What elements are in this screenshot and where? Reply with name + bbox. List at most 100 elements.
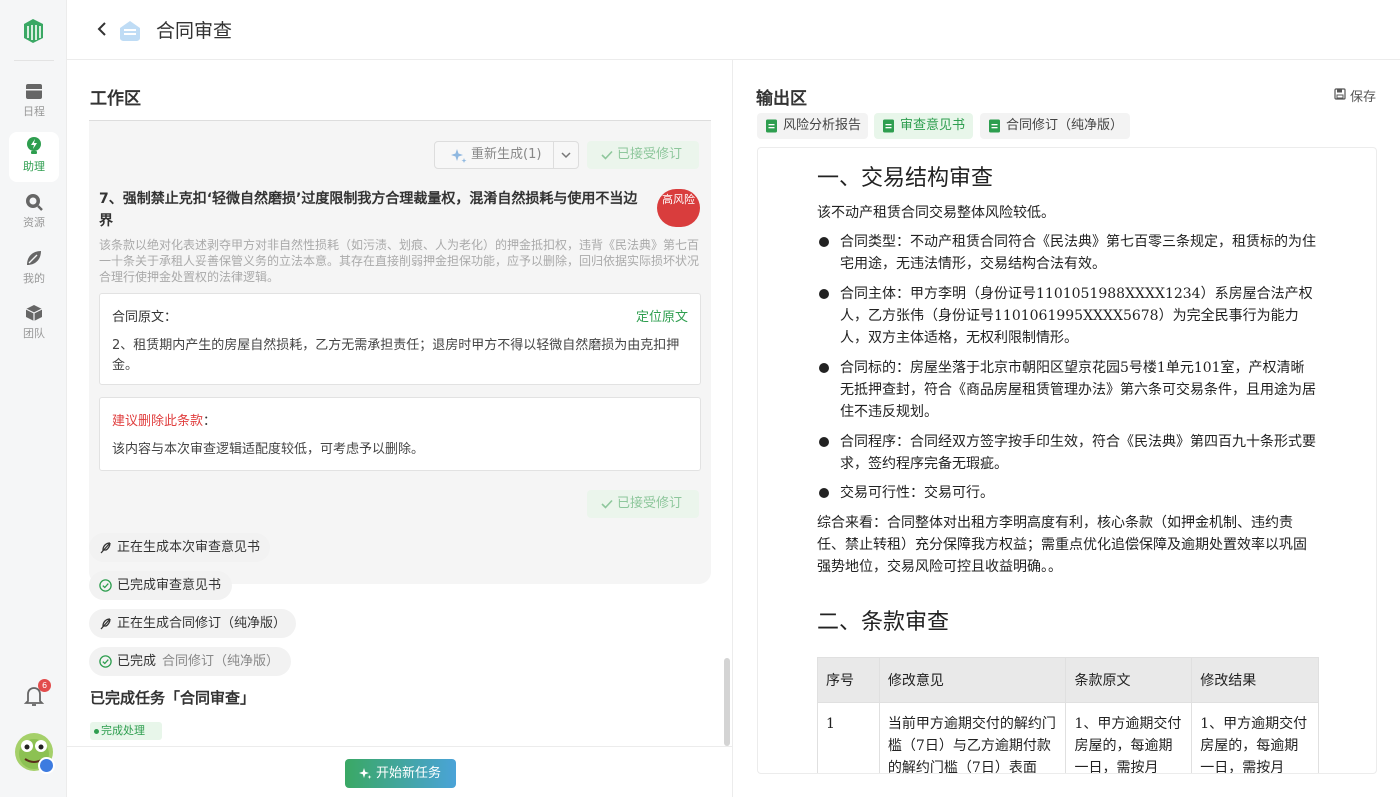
workspace-panel: 工作区 重新生成(1) 已接受修订 7、强制禁止克扣‘轻微自然磨损’过度限制我方… — [67, 60, 733, 797]
tab-risk-report[interactable]: 风险分析报告 — [757, 113, 868, 139]
suggestion-box: 建议删除此条款： 该内容与本次审查逻辑适配度较低，可考虑予以删除。 — [99, 397, 701, 471]
page-title: 合同审查 — [156, 20, 233, 42]
nav-label: 我的 — [23, 272, 45, 285]
bullet-feasibility: 交易可行性：交易可行。 — [840, 485, 994, 501]
table-cell: 1 — [817, 702, 880, 773]
nav-label: 日程 — [23, 105, 45, 118]
step-label: 正在生成合同修订（纯净版） — [117, 616, 287, 631]
output-title: 输出区 — [756, 89, 807, 109]
contract-review-icon — [120, 21, 140, 41]
nav-item-schedule[interactable]: 日程 — [9, 77, 59, 127]
table-header: 条款原文 — [1065, 657, 1193, 703]
table-row: 1 当前甲方逾期交付的解约门槛（7日）与乙方逾期付款的解约门槛（7日）表面 1、… — [817, 702, 1319, 773]
nav-item-mine[interactable]: 我的 — [9, 244, 59, 294]
output-panel: 输出区 保存 风险分析报告 审查意见书 合同修订（纯净版） 一、交易结构审查 该… — [734, 60, 1400, 797]
table-cell: 1、甲方逾期交付房屋的，每逾期一日，需按月 — [1191, 702, 1319, 773]
status-badge: 完成处理 — [90, 722, 162, 740]
accepted-revision-button-bottom[interactable]: 已接受修订 — [587, 490, 699, 518]
bullet-contract-parties: 合同主体：甲方李明（身份证号1101051988XXXX1234）系房屋合法产权… — [840, 286, 1313, 346]
tab-label: 风险分析报告 — [783, 118, 862, 133]
leaf-icon — [27, 251, 41, 265]
nav-item-resources[interactable]: 资源 — [9, 188, 59, 238]
sparkle-icon — [359, 768, 372, 779]
step-generating-opinion: 正在生成本次审查意见书 — [89, 533, 270, 562]
regenerate-dropdown[interactable] — [553, 141, 579, 169]
risk-item-title: 7、强制禁止克扣‘轻微自然磨损’过度限制我方合理裁量权，混淆自然损耗与使用不当边… — [99, 191, 638, 229]
status-label: 完成处理 — [101, 724, 145, 737]
calendar-icon — [26, 84, 42, 99]
lightning-badge-icon — [38, 757, 55, 774]
document-intro: 该不动产租赁合同交易整体风险较低。 — [817, 205, 1055, 221]
section-heading-structure: 一、交易结构审查 — [817, 166, 994, 191]
chevron-down-icon — [561, 152, 571, 159]
step-label: 已完成审查意见书 — [117, 578, 222, 593]
nav-item-assistant[interactable]: 助理 — [9, 132, 59, 182]
bullet-marker — [819, 289, 829, 299]
bullet-marker — [819, 237, 829, 247]
suggestion-text: 该内容与本次审查逻辑适配度较低，可考虑予以删除。 — [112, 442, 425, 457]
document-icon — [989, 119, 1000, 133]
notification-badge: 6 — [38, 679, 51, 692]
step-label: 正在生成本次审查意见书 — [117, 540, 261, 555]
table-header: 序号 — [817, 657, 880, 703]
document-icon — [883, 119, 894, 133]
step-label: 已完成 — [117, 654, 157, 669]
tab-review-opinion[interactable]: 审查意见书 — [874, 113, 973, 139]
accepted-revision-button[interactable]: 已接受修订 — [587, 141, 699, 169]
document-icon — [766, 119, 777, 133]
left-nav: 日程 助理 资源 我的 团队 6 — [0, 0, 67, 797]
risk-level-badge: 高风险 — [657, 189, 700, 227]
tab-contract-revision[interactable]: 合同修订（纯净版） — [980, 113, 1130, 139]
locate-original-link[interactable]: 定位原文 — [636, 306, 688, 325]
section-heading-clauses: 二、条款审查 — [817, 610, 950, 635]
workspace-title: 工作区 — [90, 89, 141, 109]
original-clause-label: 合同原文： — [112, 310, 178, 325]
bulb-icon — [27, 137, 41, 154]
nav-item-team[interactable]: 团队 — [9, 299, 59, 349]
table-cell: 1、甲方逾期交付房屋的，每逾期一日，需按月 — [1065, 702, 1193, 773]
workspace-scrollbar[interactable] — [724, 658, 730, 746]
back-arrow-icon[interactable] — [93, 20, 111, 38]
review-document: 一、交易结构审查 该不动产租赁合同交易整体风险较低。 合同类型：不动产租赁合同符… — [757, 147, 1377, 774]
table-header: 修改结果 — [1191, 657, 1319, 703]
original-clause-box: 合同原文： 定位原文 2、租赁期内产生的房屋自然损耗，乙方无需承担责任；退房时甲… — [99, 293, 701, 385]
feather-icon — [100, 542, 111, 554]
task-complete-title: 已完成任务「合同审查」 — [90, 689, 256, 707]
check-circle-icon — [99, 655, 112, 668]
table-header: 修改意见 — [878, 657, 1067, 703]
regenerate-button[interactable]: 重新生成(1) — [434, 141, 554, 169]
bullet-contract-procedure: 合同程序：合同经双方签字按手印生效，符合《民法典》第四百九十条形式要求，签约程序… — [840, 434, 1316, 472]
step-opinion-done: 已完成审查意见书 — [89, 571, 232, 600]
search-icon — [26, 194, 43, 211]
start-new-task-label: 开始新任务 — [376, 766, 442, 781]
bullet-contract-subject: 合同标的：房屋坐落于北京市朝阳区望京花园5号楼1单元101室，产权清晰无抵押查封… — [840, 360, 1316, 420]
app-logo-icon[interactable] — [20, 16, 47, 44]
nav-label: 资源 — [23, 216, 45, 229]
suggestion-label: 建议删除此条款 — [112, 414, 204, 429]
start-new-task-button[interactable]: 开始新任务 — [345, 759, 456, 788]
nav-label: 团队 — [23, 327, 45, 340]
suggestion-heading: 建议删除此条款： — [112, 410, 216, 429]
save-label: 保存 — [1350, 90, 1377, 105]
bullet-contract-type: 合同类型：不动产租赁合同符合《民法典》第七百零三条规定，租赁标的为住宅用途，无违… — [840, 234, 1316, 272]
save-button[interactable]: 保存 — [1334, 86, 1376, 105]
document-summary: 综合来看：合同整体对出租方李明高度有利，核心条款（如押金机制、违约责任、禁止转租… — [817, 515, 1307, 575]
bullet-marker — [819, 363, 829, 373]
tab-label: 合同修订（纯净版） — [1006, 118, 1124, 133]
step-revision-done: 已完成 合同修订（纯净版） — [89, 647, 291, 676]
original-clause-text: 2、租赁期内产生的房屋自然损耗，乙方无需承担责任；退房时甲方不得以轻微自然磨损为… — [112, 338, 680, 373]
sparkle-icon — [451, 149, 467, 163]
tab-label: 审查意见书 — [900, 118, 966, 133]
check-icon — [601, 150, 613, 160]
step-generating-revision: 正在生成合同修订（纯净版） — [89, 609, 296, 638]
cube-icon — [25, 305, 43, 321]
risk-item-description: 该条款以绝对化表述剥夺甲方对非自然性损耗（如污渍、划痕、人为老化）的押金抵扣权，… — [99, 238, 700, 284]
check-circle-icon — [99, 579, 112, 592]
step-extra: 合同修订（纯净版） — [162, 654, 280, 669]
clause-review-table: 序号 修改意见 条款原文 修改结果 1 当前甲方逾期交付的解约门槛（7日）与乙方… — [817, 657, 1319, 773]
feather-icon — [100, 618, 111, 630]
nav-label: 助理 — [23, 160, 45, 173]
save-icon — [1334, 88, 1346, 100]
nav-divider — [14, 60, 54, 61]
status-dot — [94, 729, 99, 734]
